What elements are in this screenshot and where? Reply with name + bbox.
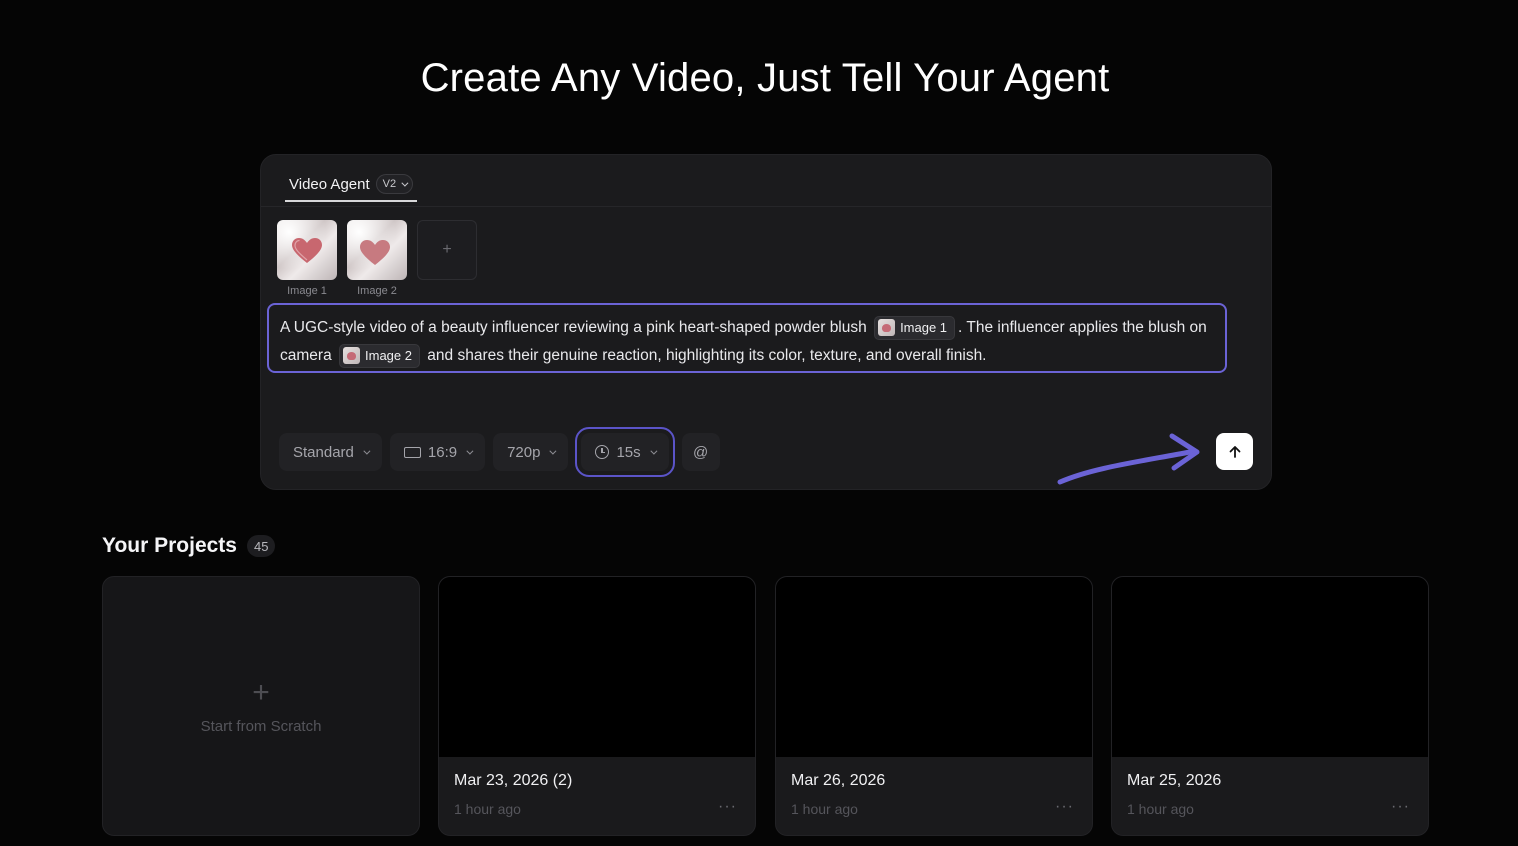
add-reference-image[interactable]: +	[417, 220, 477, 297]
chevron-down-icon	[363, 447, 371, 455]
project-timestamp: 1 hour ago	[1127, 801, 1194, 817]
resolution-value: 720p	[507, 443, 541, 461]
duration-value: 15s	[616, 443, 641, 461]
image-1-chip-label: Image 1	[900, 319, 948, 335]
project-timestamp: 1 hour ago	[791, 801, 858, 817]
start-from-scratch-label: Start from Scratch	[200, 717, 322, 735]
project-title: Mar 23, 2026 (2)	[454, 772, 573, 789]
at-icon: @	[693, 443, 709, 461]
more-options-icon[interactable]: ···	[718, 798, 737, 816]
reference-image-2[interactable]: Image 2	[347, 220, 407, 297]
chevron-down-icon	[466, 447, 474, 455]
quality-dropdown[interactable]: Standard	[279, 433, 382, 471]
image-2-chip-thumbnail	[343, 347, 360, 365]
composer-tab-bar: Video Agent V2	[261, 155, 1271, 207]
start-from-scratch-card[interactable]: + Start from Scratch	[102, 576, 420, 836]
reference-image-1-caption: Image 1	[287, 285, 327, 297]
tab-video-agent-label: Video Agent	[289, 175, 370, 193]
projects-header: Your Projects 45	[102, 534, 276, 558]
page: Create Any Video, Just Tell Your Agent V…	[0, 0, 1518, 846]
reference-image-1-thumbnail	[277, 220, 337, 280]
prompt-text-3: and shares their genuine reaction, highl…	[427, 347, 987, 364]
heart-blush-image	[360, 240, 390, 265]
project-title: Mar 25, 2026	[1127, 772, 1222, 789]
arrow-up-icon	[1229, 445, 1240, 458]
clock-icon	[595, 445, 610, 459]
reference-images: Image 1 Image 2 +	[277, 220, 477, 297]
quality-value: Standard	[293, 443, 354, 461]
reference-image-2-caption: Image 2	[357, 285, 397, 297]
duration-dropdown[interactable]: 15s	[575, 427, 675, 477]
image-1-mention-chip[interactable]: Image 1	[874, 315, 956, 340]
project-card[interactable]: Mar 23, 2026 (2) 1 hour ago ···	[438, 576, 756, 836]
generation-settings: Standard 16:9 720p 15s @	[279, 427, 720, 477]
send-button[interactable]	[1216, 433, 1253, 470]
image-2-chip-label: Image 2	[365, 347, 412, 363]
prompt-input[interactable]: A UGC-style video of a beauty influencer…	[267, 303, 1227, 373]
project-card[interactable]: Mar 25, 2026 1 hour ago ···	[1111, 576, 1429, 836]
aspect-ratio-dropdown[interactable]: 16:9	[389, 433, 486, 471]
image-2-mention-chip[interactable]: Image 2	[339, 343, 420, 368]
chevron-down-icon	[650, 447, 658, 455]
project-title: Mar 26, 2026	[791, 772, 886, 789]
plus-icon: +	[417, 220, 477, 280]
project-thumbnail	[1112, 577, 1428, 757]
heart-blush-image	[292, 238, 322, 263]
projects-title: Your Projects	[102, 534, 237, 557]
version-label: V2	[382, 178, 397, 190]
reference-image-2-thumbnail	[347, 220, 407, 280]
chevron-down-icon	[549, 447, 557, 455]
page-headline: Create Any Video, Just Tell Your Agent	[420, 56, 1110, 100]
more-options-icon[interactable]: ···	[1391, 798, 1410, 816]
projects-count-badge: 45	[246, 535, 276, 557]
reference-image-1[interactable]: Image 1	[277, 220, 337, 297]
project-thumbnail	[776, 577, 1092, 757]
image-1-chip-thumbnail	[878, 319, 896, 337]
aspect-ratio-icon	[403, 446, 421, 458]
project-timestamp: 1 hour ago	[454, 801, 521, 817]
project-card[interactable]: Mar 26, 2026 1 hour ago ···	[775, 576, 1093, 836]
project-thumbnail	[439, 577, 755, 757]
chevron-down-icon	[401, 179, 409, 187]
aspect-ratio-value: 16:9	[427, 443, 458, 461]
tab-video-agent[interactable]: Video Agent V2	[285, 170, 418, 202]
annotation-arrow-icon	[1057, 433, 1200, 485]
plus-icon: +	[252, 675, 270, 709]
resolution-dropdown[interactable]: 720p	[493, 433, 569, 471]
version-selector[interactable]: V2	[375, 174, 414, 194]
prompt-text-1: A UGC-style video of a beauty influencer…	[280, 319, 867, 336]
mention-button[interactable]: @	[681, 433, 720, 471]
more-options-icon[interactable]: ···	[1055, 798, 1074, 816]
